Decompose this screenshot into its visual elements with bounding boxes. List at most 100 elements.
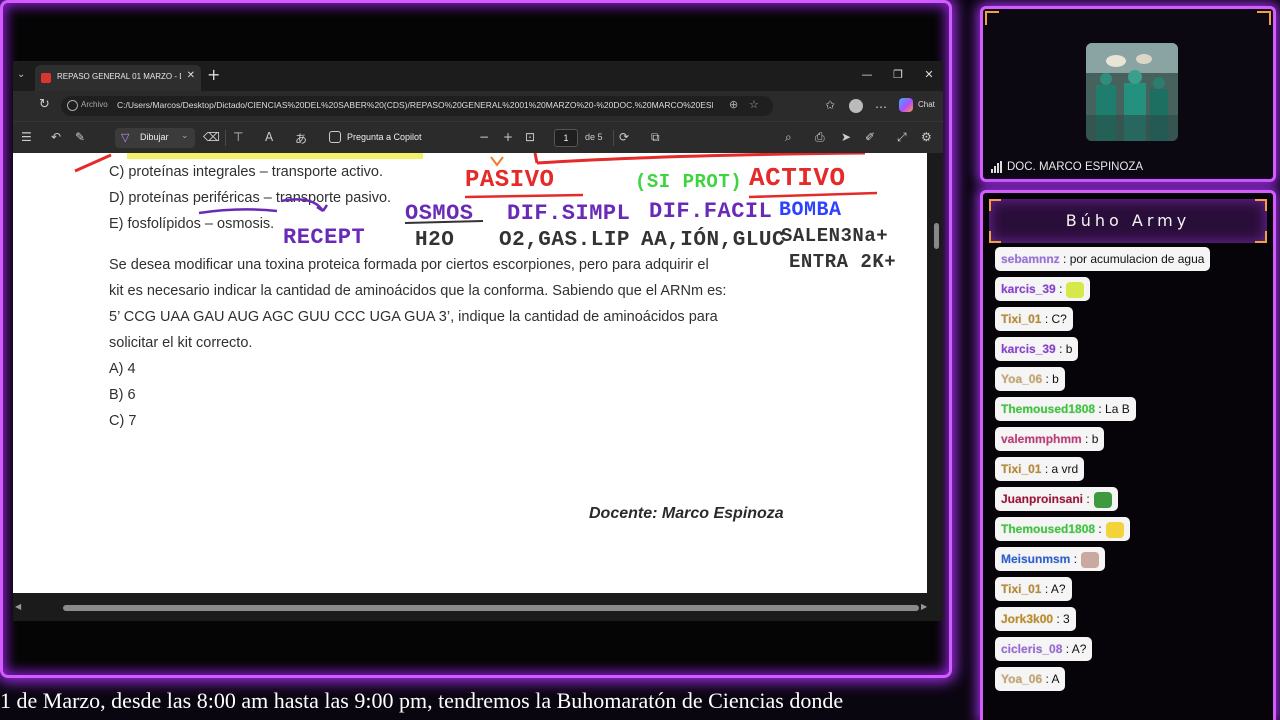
- pdf-toolbar: ☰ ↶ ✎ ▽ Dibujar ⌄ ⌫ ⊤ A あ Pregunta a Cop…: [13, 121, 943, 153]
- chat-message: karcis_39 :: [995, 277, 1091, 301]
- vertical-scroll-thumb[interactable]: [934, 223, 939, 249]
- address-toolbar: ↻ Archivo C:/Users/Marcos/Desktop/Dictad…: [13, 91, 943, 121]
- annotation-bomba: BOMBA: [779, 199, 842, 222]
- annotation-entra-2k: ENTRA 2K+: [789, 251, 897, 273]
- chat-message: valemmphmm : b: [995, 427, 1105, 451]
- tab-pdf-document[interactable]: REPASO GENERAL 01 MARZO - DOC ✕: [35, 65, 201, 91]
- annotation-aa-ion-gluc: AA,IÓN,GLUC: [641, 229, 786, 252]
- restore-button[interactable]: ❐: [890, 68, 906, 81]
- refresh-icon[interactable]: ↻: [39, 97, 50, 112]
- vertical-scrollbar[interactable]: [931, 153, 943, 621]
- answer-option-b: B) 6: [109, 387, 136, 403]
- chat-message-text: :: [1055, 282, 1063, 296]
- read-aloud-icon[interactable]: あ: [295, 130, 307, 147]
- copilot-icon: [329, 131, 341, 143]
- new-tab-button[interactable]: +: [207, 65, 220, 84]
- contents-icon[interactable]: ☰: [21, 130, 32, 144]
- chat-username[interactable]: Tixi_01: [1001, 312, 1041, 326]
- page-number-input[interactable]: 1: [554, 129, 578, 147]
- signal-bars-icon: [991, 161, 1005, 173]
- favorites-icon[interactable]: ✩: [825, 98, 835, 112]
- scroll-right-arrow-icon[interactable]: ▶: [921, 602, 927, 611]
- zoom-in-icon[interactable]: +: [503, 130, 513, 144]
- settings-gear-icon[interactable]: ⚙: [921, 130, 932, 144]
- rotate-icon[interactable]: ⟳: [619, 130, 629, 144]
- site-info-icon[interactable]: [67, 100, 78, 111]
- pdf-page: C) proteínas integrales – transporte act…: [13, 153, 927, 593]
- frame-corner: [1255, 199, 1267, 211]
- chat-message-text: : 3: [1053, 612, 1070, 626]
- toolbar-divider: [613, 130, 614, 146]
- question-line: 5’ CCG UAA GAU AUG AGC GUU CCC UGA GUA 3…: [109, 309, 718, 325]
- chat-username[interactable]: karcis_39: [1001, 342, 1056, 356]
- highlight-icon[interactable]: ✎: [75, 130, 85, 144]
- print-icon[interactable]: ⎙: [815, 130, 825, 145]
- horizontal-scrollbar[interactable]: ◀ ▶: [13, 601, 931, 615]
- tab-title: REPASO GENERAL 01 MARZO - DOC: [57, 72, 181, 81]
- text-box-icon[interactable]: ⊤: [233, 130, 243, 144]
- scroll-left-arrow-icon[interactable]: ◀: [15, 602, 21, 611]
- chat-username[interactable]: Yoa_06: [1001, 372, 1042, 386]
- operating-room-image: [1086, 43, 1178, 141]
- annotation-h2o: H2O: [415, 229, 455, 252]
- ask-copilot-button[interactable]: Pregunta a Copilot: [327, 128, 451, 148]
- chat-header: Búho Army: [989, 199, 1267, 243]
- draw-button[interactable]: ▽ Dibujar ⌄: [115, 128, 195, 148]
- pdf-viewer[interactable]: C) proteínas integrales – transporte act…: [13, 153, 943, 621]
- ticker-bar: 1 de Marzo, desde las 8:00 am hasta las …: [0, 686, 952, 720]
- undo-icon[interactable]: ↶: [51, 130, 61, 144]
- chat-username[interactable]: Tixi_01: [1001, 582, 1041, 596]
- chat-username[interactable]: valemmphmm: [1001, 432, 1082, 446]
- camera-frame: DOC. MARCO ESPINOZA: [980, 6, 1276, 182]
- horizontal-scroll-thumb[interactable]: [63, 605, 919, 611]
- chat-message-text: : La B: [1095, 402, 1130, 416]
- answer-option-a: A) 4: [109, 361, 136, 377]
- tab-actions-chevron-icon[interactable]: ⌄: [17, 69, 25, 80]
- zoom-out-icon[interactable]: −: [479, 130, 489, 144]
- chat-message-text: : A?: [1041, 582, 1066, 596]
- eraser-icon[interactable]: ⌫: [203, 130, 220, 144]
- text-format-icon[interactable]: A: [265, 130, 273, 144]
- teacher-signature: Docente: Marco Espinoza: [589, 505, 784, 522]
- chat-message: Themoused1808 :: [995, 517, 1130, 541]
- chat-username[interactable]: Meisunmsm: [1001, 552, 1070, 566]
- more-options-icon[interactable]: …: [875, 97, 887, 111]
- fit-page-icon[interactable]: ⊡: [525, 130, 535, 144]
- save-icon[interactable]: ✐: [865, 130, 875, 144]
- tab-close-icon[interactable]: ✕: [187, 70, 195, 81]
- close-window-button[interactable]: ✕: [921, 68, 937, 81]
- chat-emote-icon: [1081, 551, 1100, 568]
- chat-username[interactable]: Yoa_06: [1001, 672, 1042, 686]
- annotation-sale-3na: SALEN3Na+: [781, 225, 889, 247]
- chat-message: Juanproinsani :: [995, 487, 1118, 511]
- minimize-button[interactable]: —: [859, 68, 875, 81]
- address-bar[interactable]: Archivo C:/Users/Marcos/Desktop/Dictado/…: [61, 96, 773, 116]
- chat-title: Búho Army: [1065, 211, 1191, 230]
- profile-avatar[interactable]: [849, 99, 863, 113]
- address-file-label: Archivo: [81, 100, 108, 109]
- chat-message: Yoa_06 : A: [995, 667, 1066, 691]
- ticker-text: 1 de Marzo, desde las 8:00 am hasta las …: [0, 688, 844, 713]
- chat-username[interactable]: cicleris_08: [1001, 642, 1062, 656]
- address-url[interactable]: C:/Users/Marcos/Desktop/Dictado/CIENCIAS…: [117, 100, 713, 110]
- chat-username[interactable]: Jork3k00: [1001, 612, 1053, 626]
- search-icon[interactable]: ⌕: [785, 130, 792, 145]
- fullscreen-icon[interactable]: ⤢: [897, 130, 907, 145]
- chat-username[interactable]: Juanproinsani: [1001, 492, 1083, 506]
- favorite-star-icon[interactable]: ☆: [749, 98, 759, 111]
- chat-username[interactable]: Tixi_01: [1001, 462, 1041, 476]
- chat-username[interactable]: Themoused1808: [1001, 402, 1095, 416]
- frame-corner: [989, 231, 1001, 243]
- frame-corner: [985, 11, 999, 25]
- tab-bar: ⌄ REPASO GENERAL 01 MARZO - DOC ✕ + — ❐ …: [13, 61, 943, 91]
- page-view-icon[interactable]: ⧉: [651, 130, 660, 145]
- copilot-icon[interactable]: [899, 98, 913, 112]
- pdf-favicon-icon: [41, 73, 51, 83]
- chat-username[interactable]: sebamnnz: [1001, 252, 1060, 266]
- zoom-icon[interactable]: ⊕: [729, 98, 738, 111]
- chat-username[interactable]: Themoused1808: [1001, 522, 1095, 536]
- answer-option-c: C) 7: [109, 413, 137, 429]
- copilot-chat-label[interactable]: Chat: [918, 100, 935, 109]
- chat-username[interactable]: karcis_39: [1001, 282, 1056, 296]
- toolbar-divider: [225, 130, 226, 146]
